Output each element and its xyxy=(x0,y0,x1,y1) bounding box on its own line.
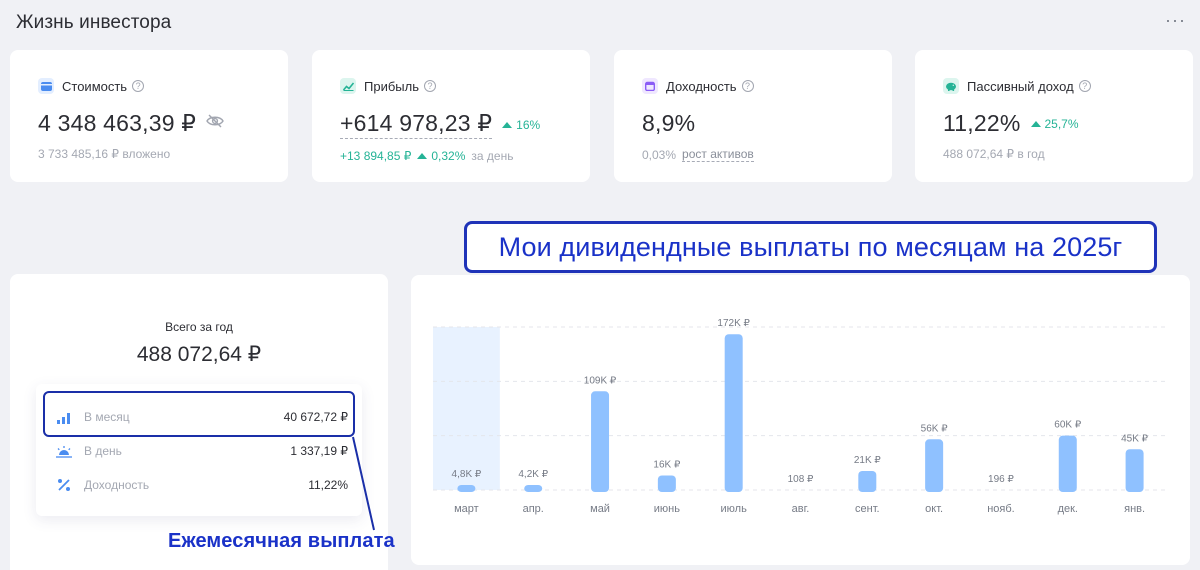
bar-9 xyxy=(1058,435,1077,492)
dividend-bar-chart: 4,8K ₽ март 4,2K ₽ апр. 109K ₽ май 16K ₽ июнь 17… xyxy=(433,318,1168,515)
stat-card-profit[interactable]: Прибыль ? +614 978,23 ₽ 16% +13 894,85 ₽… xyxy=(312,50,590,182)
bar-0 xyxy=(457,485,476,492)
summary-total: 488 072,64 ₽ xyxy=(136,343,262,366)
percent-icon xyxy=(56,478,72,492)
x-tick-label: окт. xyxy=(925,503,943,515)
stat-label: Стоимость xyxy=(62,78,128,94)
more-options-icon[interactable]: ··· xyxy=(1165,10,1186,31)
day-change-percent: 0,32% xyxy=(417,149,465,163)
stat-value: 11,22% xyxy=(943,110,1021,136)
bar-label: 4,2K ₽ xyxy=(518,469,548,480)
stat-label: Доходность xyxy=(666,78,737,94)
monthly-payment-caption: Ежемесячная выплата xyxy=(168,530,395,552)
annotation-banner: Мои дивидендные выплаты по месяцам на 20… xyxy=(464,221,1157,273)
asset-growth-link[interactable]: рост активов xyxy=(682,147,754,162)
arrow-up-icon xyxy=(1030,120,1041,127)
monthly-highlight-box xyxy=(43,391,355,437)
bar-label: 196 ₽ xyxy=(988,474,1014,485)
stat-value: 4 348 463,39 ₽ xyxy=(38,110,197,136)
stat-value: 8,9% xyxy=(642,110,696,136)
selected-month-highlight xyxy=(433,327,500,490)
x-tick-label: нояб. xyxy=(987,503,1015,515)
stat-sub: 3 733 485,16 ₽ вложено xyxy=(38,147,171,161)
x-tick-label: март xyxy=(454,503,479,515)
summary-row-label: В день xyxy=(84,444,122,458)
bar-label: 45K ₽ xyxy=(1121,433,1149,444)
x-tick-label: авг. xyxy=(792,503,810,515)
bar-3 xyxy=(657,475,676,492)
help-icon[interactable]: ? xyxy=(132,80,145,92)
arrow-up-icon xyxy=(417,153,428,159)
summary-row-label: Доходность xyxy=(84,478,150,492)
bar-label: 21K ₽ xyxy=(854,455,882,466)
bar-10 xyxy=(1125,449,1144,492)
bar-label: 172K ₽ xyxy=(717,318,750,329)
x-tick-label: дек. xyxy=(1058,503,1078,515)
bar-label: 56K ₽ xyxy=(921,423,949,434)
stat-label: Пассивный доход xyxy=(967,78,1074,94)
summary-row-value: 11,22% xyxy=(308,478,348,492)
page-title: Жизнь инвестора xyxy=(16,12,172,33)
stat-card-yield[interactable]: Доходность ? 8,9% 0,03% рост активов xyxy=(614,50,892,182)
stat-card-passive-income[interactable]: Пассивный доход ? 11,22% 25,7% 488 072,6… xyxy=(915,50,1193,182)
change-badge: 16% xyxy=(502,118,540,132)
bar-1 xyxy=(524,485,543,492)
piggy-bank-icon xyxy=(943,78,959,94)
day-change: +13 894,85 ₽ xyxy=(340,149,412,163)
bar-4 xyxy=(724,334,743,492)
stat-value[interactable]: +614 978,23 ₽ xyxy=(340,110,493,139)
x-tick-label: май xyxy=(590,503,610,515)
x-tick-label: июль xyxy=(721,503,748,515)
summary-title: Всего за год xyxy=(165,320,233,334)
x-tick-label: апр. xyxy=(523,503,544,515)
bar-label: 109K ₽ xyxy=(584,375,617,386)
day-change-suffix: за день xyxy=(471,149,514,163)
x-tick-label: сент. xyxy=(855,503,880,515)
summary-row-value: 1 337,19 ₽ xyxy=(290,444,348,458)
x-tick-label: июнь xyxy=(654,503,680,515)
trend-icon xyxy=(340,78,356,94)
help-icon[interactable]: ? xyxy=(1078,80,1091,92)
bar-label: 4,8K ₽ xyxy=(452,469,482,480)
stat-card-value[interactable]: Стоимость ? 4 348 463,39 ₽ 3 733 485,16 … xyxy=(10,50,288,182)
bar-6 xyxy=(858,470,877,492)
bar-7 xyxy=(925,439,944,492)
sunrise-icon xyxy=(56,444,72,458)
eye-off-icon[interactable] xyxy=(206,114,224,133)
growth-percent: 0,03% xyxy=(642,147,677,162)
bar-2 xyxy=(591,391,610,492)
x-tick-label: янв. xyxy=(1124,503,1145,515)
stat-sub: 488 072,64 ₽ в год xyxy=(943,147,1045,161)
change-badge: 25,7% xyxy=(1030,117,1079,131)
bar-label: 16K ₽ xyxy=(653,460,681,471)
summary-row-day: В день 1 337,19 ₽ xyxy=(56,444,348,458)
wallet-icon xyxy=(38,78,54,94)
bar-label: 108 ₽ xyxy=(788,474,814,485)
help-icon[interactable]: ? xyxy=(423,80,436,92)
arrow-up-icon xyxy=(502,121,513,128)
calendar-icon xyxy=(642,78,658,94)
bar-label: 60K ₽ xyxy=(1054,420,1082,431)
dividend-chart-card: 4,8K ₽ март 4,2K ₽ апр. 109K ₽ май 16K ₽ июнь 17… xyxy=(411,275,1190,565)
stat-label: Прибыль xyxy=(364,78,419,94)
summary-row-yield: Доходность 11,22% xyxy=(56,478,348,492)
help-icon[interactable]: ? xyxy=(741,80,754,92)
